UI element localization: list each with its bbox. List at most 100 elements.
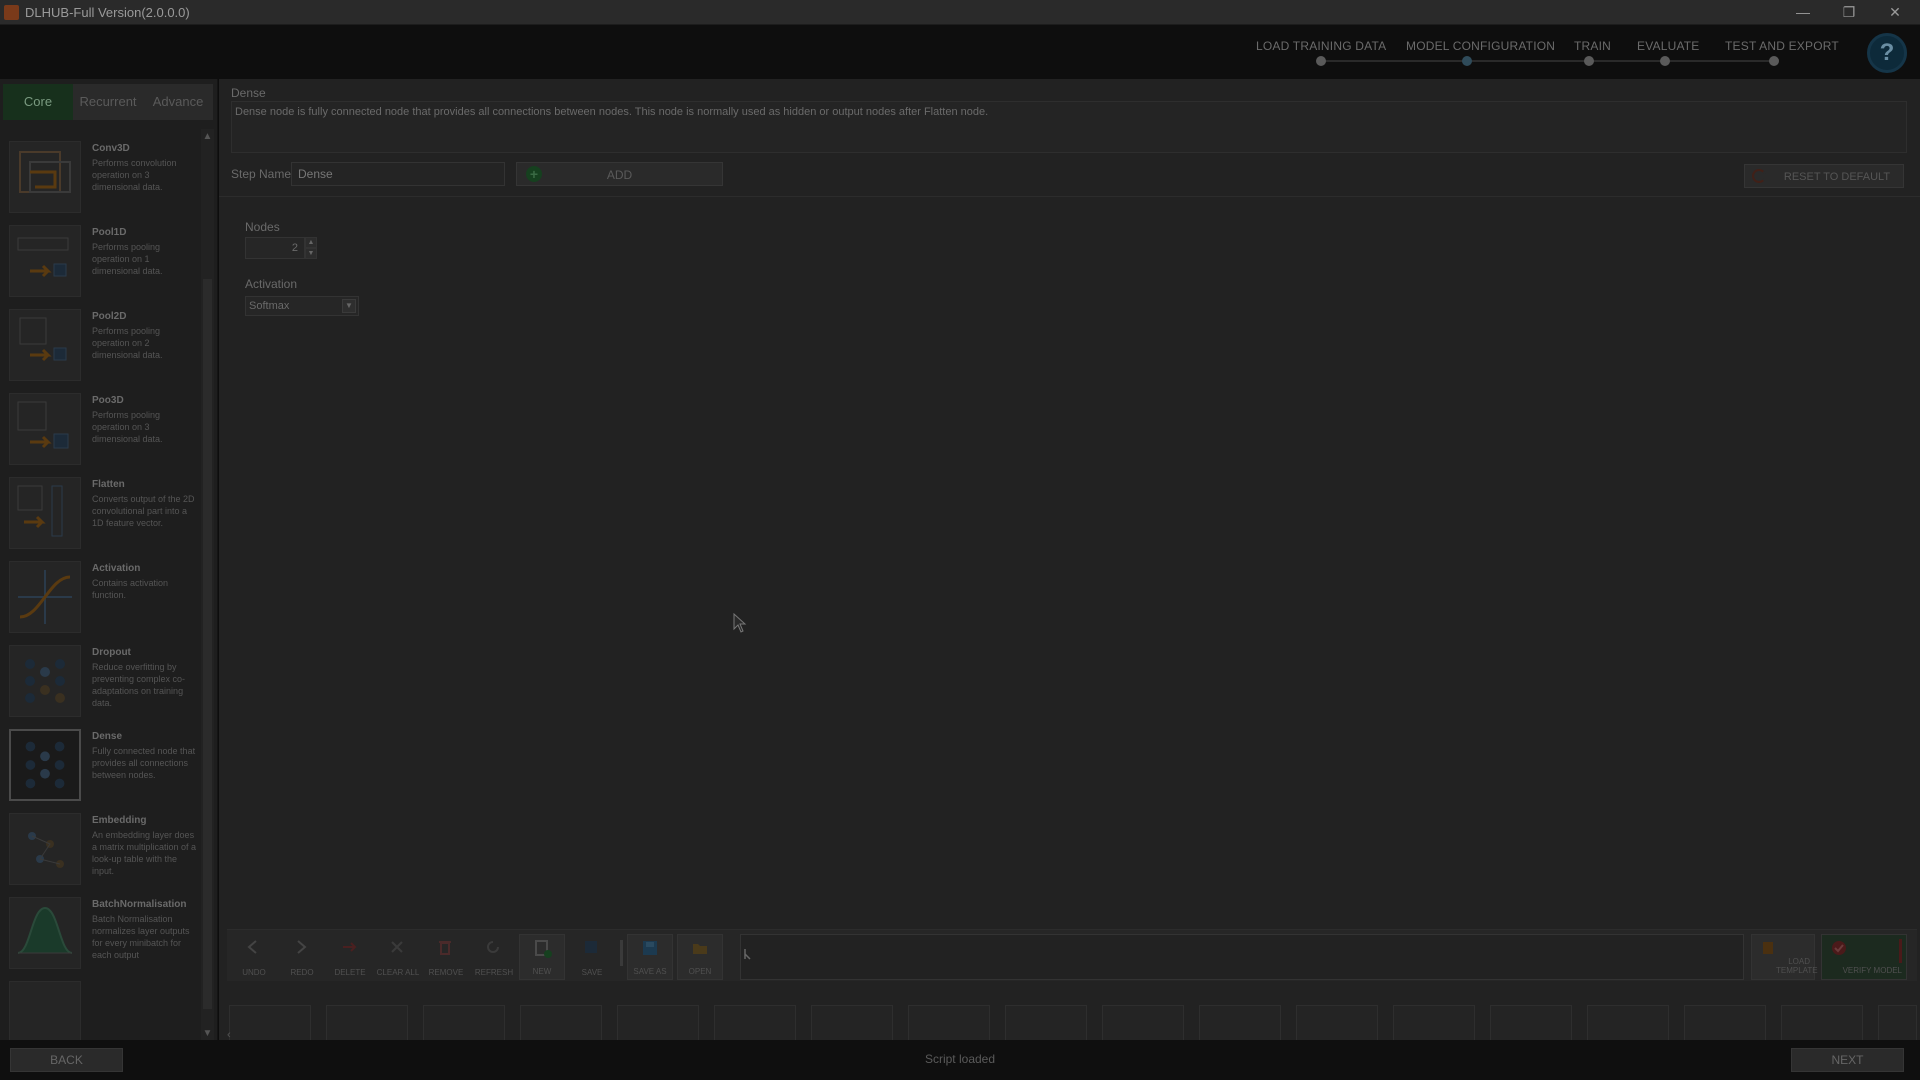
layer-name: Poo3D [92,395,124,406]
clear-all-label: CLEAR ALL [376,968,420,977]
layer-item-embedding[interactable]: Embedding An embedding layer does a matr… [3,809,200,891]
batchnorm-icon [9,897,81,969]
layer-list: Conv3D Performs convolution operation on… [3,129,200,1041]
layer-thumb-placeholder [9,981,81,1041]
scroll-up-icon[interactable]: ▲ [201,131,214,142]
chevron-down-icon: ▼ [342,299,356,313]
layer-item-dropout[interactable]: Dropout Reduce overfitting by preventing… [3,641,200,723]
save-button[interactable]: SAVE [569,934,615,980]
step-test-and-export[interactable]: TEST AND EXPORT [1725,39,1839,53]
verify-check-icon [1830,939,1848,957]
layer-description: Performs convolution operation on 3 dime… [92,158,177,192]
app-logo-icon [4,5,19,20]
step-model-configuration[interactable]: MODEL CONFIGURATION [1406,39,1555,53]
layer-name: Dense [92,731,123,742]
layer-list-scrollbar[interactable]: ▲ ▼ [201,129,214,1041]
nodes-input[interactable]: 2 [245,237,305,259]
header: LOAD TRAINING DATA MODEL CONFIGURATION T… [0,25,1920,79]
layer-item-partial [3,977,200,1041]
step-evaluate[interactable]: EVALUATE [1637,39,1700,53]
spin-up-icon[interactable]: ▲ [305,237,317,248]
nodes-label: Nodes [245,220,280,234]
load-template-button[interactable]: LOAD TEMPLATE [1751,934,1818,980]
layer-name: Pool1D [92,227,127,238]
layer-item-pool2d[interactable]: Pool2D Performs pooling operation on 2 d… [3,305,200,387]
new-button[interactable]: NEW [519,934,565,980]
delete-label: DELETE [334,968,366,977]
redo-button[interactable]: REDO [279,934,325,980]
refresh-button[interactable]: REFRESH [471,934,517,980]
reset-to-default-button[interactable]: RESET TO DEFAULT [1744,164,1904,188]
layer-item-pool3d[interactable]: Poo3D Performs pooling operation on 3 di… [3,389,200,471]
open-button[interactable]: OPEN [677,934,723,980]
steps-progress-line [1321,60,1774,62]
reset-button-label: RESET TO DEFAULT [1783,171,1891,183]
model-toolbar: UNDO REDO DELETE CLEAR ALL REMOVE REFRES… [227,929,1917,981]
layer-name: Flatten [92,479,125,490]
pool1d-icon [9,225,81,297]
scrollbar-thumb[interactable] [203,279,212,1009]
layer-name: Pool2D [92,311,127,322]
divider [219,196,1920,197]
step-load-training-data[interactable]: LOAD TRAINING DATA [1256,39,1386,53]
verify-model-label: VERIFY MODEL [1842,966,1902,975]
step-train[interactable]: TRAIN [1574,39,1611,53]
redo-icon [292,938,310,956]
step-dot-4 [1660,56,1670,66]
trash-icon [436,938,454,956]
layer-config-panel: Dense Dense node is fully connected node… [219,79,1920,1080]
refresh-label: REFRESH [474,968,514,977]
flatten-icon [9,477,81,549]
open-label: OPEN [688,967,712,976]
spin-down-icon[interactable]: ▼ [305,248,317,259]
maximize-button[interactable]: ❐ [1826,0,1872,25]
layer-item-flatten[interactable]: Flatten Converts output of the 2D convol… [3,473,200,555]
text-cursor-icon [744,949,751,960]
layer-description: Reduce overfitting by preventing complex… [92,662,186,708]
help-button[interactable]: ? [1867,33,1907,73]
remove-button[interactable]: REMOVE [423,934,469,980]
save-as-button[interactable]: SAVE AS [627,934,673,980]
activation-label: Activation [245,277,298,291]
dense-icon [9,729,81,801]
pool2d-icon [9,309,81,381]
tab-recurrent[interactable]: Recurrent [73,84,143,120]
layer-name: Embedding [92,815,147,826]
dropout-icon [9,645,81,717]
layer-name: Dropout [92,647,131,658]
conv3d-icon [9,141,81,213]
clear-all-button[interactable]: CLEAR ALL [375,934,421,980]
verify-model-button[interactable]: VERIFY MODEL [1821,934,1907,980]
layer-description: Fully connected node that provides all c… [92,746,196,780]
tab-advance[interactable]: Advance [143,84,213,120]
layer-name: Conv3D [92,143,130,154]
layer-item-pool1d[interactable]: Pool1D Performs pooling operation on 1 d… [3,221,200,303]
layer-item-batchnorm[interactable]: BatchNormalisation Batch Normalisation n… [3,893,200,975]
layer-title: Dense [231,86,266,100]
step-name-input[interactable] [291,162,505,186]
next-button[interactable]: NEXT [1791,1048,1904,1072]
save-label: SAVE [581,968,603,977]
layer-tabs: Core Recurrent Advance [3,84,213,120]
layer-description: Performs pooling operation on 1 dimensio… [92,242,163,276]
activation-select[interactable]: Softmax ▼ [245,296,359,316]
refresh-icon [484,938,502,956]
add-button[interactable]: + ADD [516,162,723,186]
undo-button[interactable]: UNDO [231,934,277,980]
delete-button[interactable]: DELETE [327,934,373,980]
tab-core[interactable]: Core [3,84,73,120]
layer-item-dense[interactable]: Dense Fully connected node that provides… [3,725,200,807]
new-label: NEW [532,967,552,976]
redo-label: REDO [290,968,314,977]
layer-item-activation[interactable]: Activation Contains activation function. [3,557,200,639]
script-area[interactable] [740,934,1744,980]
layer-item-conv3d[interactable]: Conv3D Performs convolution operation on… [3,137,200,219]
layer-palette: Core Recurrent Advance Conv3D Performs c… [0,79,218,1041]
new-file-icon [533,939,552,958]
folder-open-icon [691,939,709,957]
step-name-label: Step Name [231,167,292,181]
minimize-button[interactable]: — [1780,0,1826,25]
scroll-down-icon[interactable]: ▼ [201,1028,214,1039]
title-bar: DLHUB-Full Version(2.0.0.0) — ❐ ✕ [0,0,1920,25]
close-button[interactable]: ✕ [1872,0,1918,25]
